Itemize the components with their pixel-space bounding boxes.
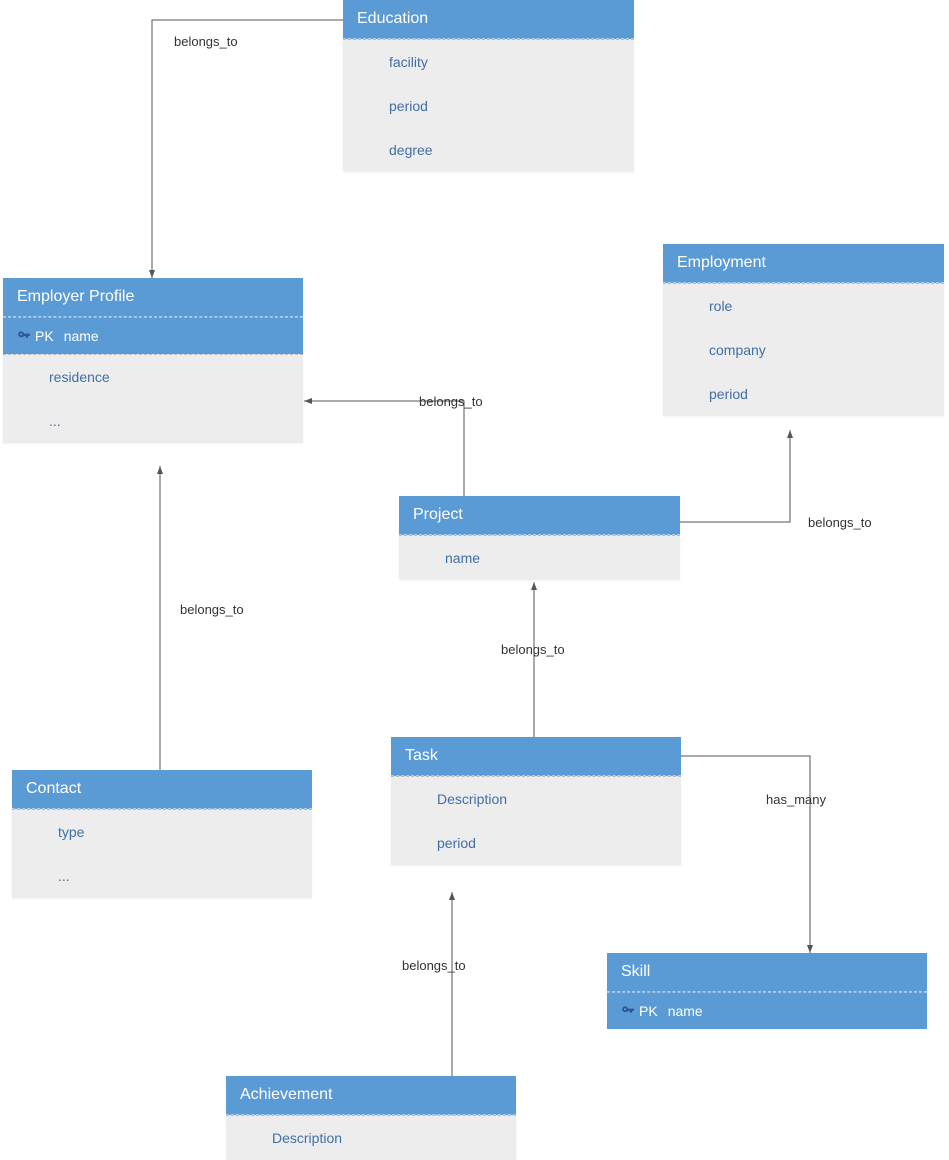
entity-education-attr-degree: degree	[343, 128, 634, 172]
entity-employer-profile-pk: PK name	[3, 317, 303, 354]
edge-label-contact-profile: belongs_to	[176, 600, 248, 619]
entity-employment[interactable]: Employment role company period	[663, 244, 944, 416]
entity-employer-profile-attr-residence: residence	[3, 355, 303, 399]
entity-education-title: Education	[343, 0, 634, 39]
entity-contact-title: Contact	[12, 770, 312, 809]
entity-project[interactable]: Project name	[399, 496, 680, 580]
pk-badge-label: PK	[35, 328, 54, 344]
entity-employment-attr-role: role	[663, 284, 944, 328]
entity-education[interactable]: Education facility period degree	[343, 0, 634, 172]
edge-label-task-project: belongs_to	[497, 640, 569, 659]
edge-label-achievement-task: belongs_to	[398, 956, 470, 975]
pk-badge-label: PK	[639, 1003, 658, 1019]
entity-employer-profile-pk-name: name	[64, 328, 99, 344]
entity-employment-attr-company: company	[663, 328, 944, 372]
entity-achievement-attr-description: Description	[226, 1116, 516, 1160]
entity-task-title: Task	[391, 737, 681, 776]
edge-label-project-employment: belongs_to	[804, 513, 876, 532]
edge-label-task-skill: has_many	[762, 790, 830, 809]
entity-task[interactable]: Task Description period	[391, 737, 681, 865]
entity-employer-profile-title: Employer Profile	[3, 278, 303, 317]
entity-contact-attr-more: ...	[12, 854, 312, 898]
entity-contact-attr-type: type	[12, 810, 312, 854]
edge-label-project-profile: belongs_to	[415, 392, 487, 411]
entity-achievement[interactable]: Achievement Description	[226, 1076, 516, 1160]
entity-achievement-title: Achievement	[226, 1076, 516, 1115]
entity-task-attr-description: Description	[391, 777, 681, 821]
entity-skill[interactable]: Skill PK name	[607, 953, 927, 1029]
entity-employment-attr-period: period	[663, 372, 944, 416]
entity-education-attr-facility: facility	[343, 40, 634, 84]
key-icon	[17, 329, 31, 343]
key-icon	[621, 1004, 635, 1018]
entity-skill-pk: PK name	[607, 992, 927, 1029]
entity-skill-title: Skill	[607, 953, 927, 992]
entity-project-title: Project	[399, 496, 680, 535]
edge-label-education-profile: belongs_to	[170, 32, 242, 51]
entity-education-attr-period: period	[343, 84, 634, 128]
entity-employer-profile[interactable]: Employer Profile PK name residence ...	[3, 278, 303, 443]
entity-employment-title: Employment	[663, 244, 944, 283]
entity-contact[interactable]: Contact type ...	[12, 770, 312, 898]
entity-skill-pk-name: name	[668, 1003, 703, 1019]
entity-employer-profile-attr-more: ...	[3, 399, 303, 443]
entity-project-attr-name: name	[399, 536, 680, 580]
entity-task-attr-period: period	[391, 821, 681, 865]
